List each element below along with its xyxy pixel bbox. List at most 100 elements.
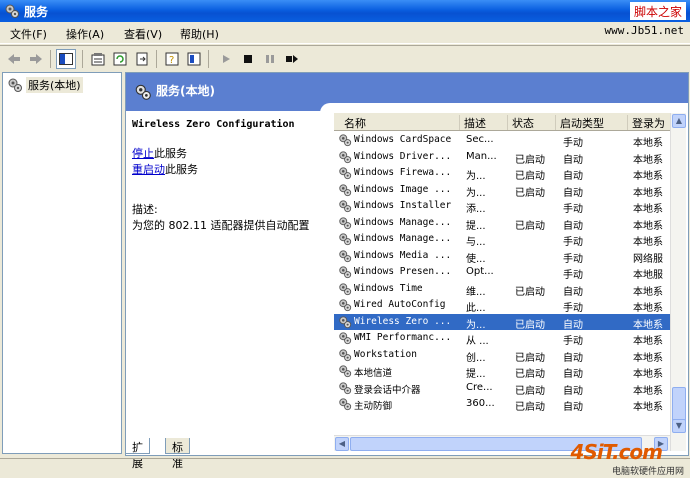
stop-service-button[interactable] [238,49,258,69]
tab-standard[interactable]: 标准 [165,438,190,470]
tab-extended[interactable]: 扩展 [125,438,150,470]
refresh-icon [113,52,127,66]
service-startup-type: 自动 [563,385,583,397]
service-status: 已启动 [515,286,545,298]
show-hide-tree-button[interactable] [56,49,76,69]
service-row[interactable]: Wired AutoConfig 此... 手动 本地系 [334,297,670,314]
service-desc: 提... [466,220,486,232]
service-logon-as: 本地系 [633,385,663,397]
service-gear-icon [339,315,352,328]
service-desc: 为... [466,187,486,199]
service-row[interactable]: Windows Media ... 使... 手动 网络服 [334,248,670,265]
service-gear-icon [339,150,352,163]
services-gear-icon [5,4,19,18]
scroll-left-button[interactable]: ◀ [335,437,349,451]
menu-help[interactable]: 帮助(H) [180,26,219,42]
restart-link-suffix: 此服务 [165,163,198,176]
service-startup-type: 自动 [563,154,583,166]
service-startup-type: 自动 [563,369,583,380]
menu-bar: 文件(F) 操作(A) 查看(V) 帮助(H) www.Jb51.net [0,22,690,44]
menu-file[interactable]: 文件(F) [10,26,47,42]
service-logon-as: 本地系 [633,171,663,182]
restart-service-button[interactable] [282,49,302,69]
pause-service-button[interactable] [260,49,280,69]
service-gear-icon [339,332,352,345]
toolbar: ? [0,45,690,71]
service-row[interactable]: Windows Firewa... 为... 已启动 自动 本地系 [334,165,670,182]
services-list: 名称 描述 状态 启动类型 登录为 Windows CardSpace Sec..… [334,113,686,451]
scroll-down-button[interactable]: ▼ [672,419,686,433]
restart-icon [286,55,298,63]
service-logon-as: 本地系 [633,336,663,347]
list-column-header: 名称 描述 状态 启动类型 登录为 [334,113,674,131]
pane-header: 服务(本地) [126,73,688,113]
service-row[interactable]: Windows Image ... 为... 已启动 自动 本地系 [334,182,670,199]
service-status: 已启动 [515,385,545,397]
service-row[interactable]: 登录会话中介器 Cre... 已启动 自动 本地系 [334,380,670,397]
back-button[interactable] [4,49,24,69]
service-description-panel: Wireless Zero Configuration 停止此服务 重启动此服务… [132,119,328,232]
console-button[interactable] [184,49,204,69]
window-title: 服务 [24,5,49,19]
service-desc: Cre... [466,381,493,393]
services-rows: Windows CardSpace Sec... 手动 本地系 Windows Driv… [334,132,670,413]
description-label: 描述: [132,203,158,216]
service-row[interactable]: Windows Driver... Man... 已启动 自动 本地系 [334,149,670,166]
service-logon-as: 本地系 [633,286,663,298]
properties-button[interactable] [88,49,108,69]
service-row[interactable]: Wireless Zero ... 为... 已启动 自动 本地系 [334,313,670,331]
title-bar[interactable]: 服务 脚本之家 [0,0,690,22]
help-button[interactable]: ? [162,49,182,69]
pause-icon [266,55,274,63]
service-row[interactable]: Windows Manage... 提... 已启动 自动 本地系 [334,215,670,232]
column-logon-as[interactable]: 登录为 [628,115,674,130]
service-status: 已启动 [515,369,545,380]
column-name[interactable]: 名称 [334,115,460,130]
forward-button[interactable] [26,49,46,69]
service-name: Wireless Zero ... [354,315,452,327]
tree-item-services-local[interactable]: 服务(本地) [7,77,83,93]
menu-action[interactable]: 操作(A) [66,26,104,42]
column-description[interactable]: 描述 [460,115,508,130]
selected-service-title: Wireless Zero Configuration [132,119,295,130]
column-status[interactable]: 状态 [508,115,556,130]
service-row[interactable]: Windows Presen... Opt... 手动 本地服 [334,264,670,281]
restart-service-link[interactable]: 重启动 [132,163,165,176]
service-row[interactable]: Workstation 创... 已启动 自动 本地系 [334,347,670,364]
service-name: Windows Installer [354,200,452,211]
service-row[interactable]: Windows CardSpace Sec... 手动 本地系 [334,132,670,149]
service-desc: 为... [466,171,486,182]
service-row[interactable]: Windows Installer 添... 手动 本地系 [334,198,670,215]
stop-service-link[interactable]: 停止 [132,147,154,160]
refresh-button[interactable] [110,49,130,69]
export-list-button[interactable] [132,49,152,69]
column-startup-type[interactable]: 启动类型 [556,115,628,130]
service-logon-as: 本地系 [633,402,663,413]
tree-item-label: 服务(本地) [26,77,83,93]
service-desc: 创... [466,352,486,364]
watermark-text: 脚本之家 [629,2,686,20]
start-service-button[interactable] [216,49,236,69]
service-desc: Sec... [466,134,494,145]
service-desc: 使... [466,253,486,265]
service-row[interactable]: WMI Performanc... 从 ... 手动 本地系 [334,330,670,347]
service-name: 登录会话中介器 [354,384,421,396]
service-startup-type: 自动 [563,319,583,331]
service-startup-type: 自动 [563,352,583,364]
service-gear-icon [339,299,352,312]
service-logon-as: 本地系 [633,369,663,380]
service-row[interactable]: 主动防御 360... 已启动 自动 本地系 [334,396,670,413]
menu-view[interactable]: 查看(V) [124,26,162,42]
brand-logo: 4SiT.com 电脑软硬件应用网 [548,440,688,477]
service-gear-icon [339,216,352,229]
service-row[interactable]: Windows Time 维... 已启动 自动 本地系 [334,281,670,298]
play-icon [223,55,230,63]
vertical-scrollbar[interactable]: ▲ ▼ [670,113,686,451]
scroll-up-button[interactable]: ▲ [672,114,686,128]
service-row[interactable]: 本地信道 提... 已启动 自动 本地系 [334,363,670,380]
service-desc: Man... [466,150,497,162]
service-row[interactable]: Windows Manage... 与... 手动 本地系 [334,231,670,248]
service-gear-icon [339,365,352,378]
service-startup-type: 自动 [563,286,583,298]
stop-icon [244,55,252,63]
